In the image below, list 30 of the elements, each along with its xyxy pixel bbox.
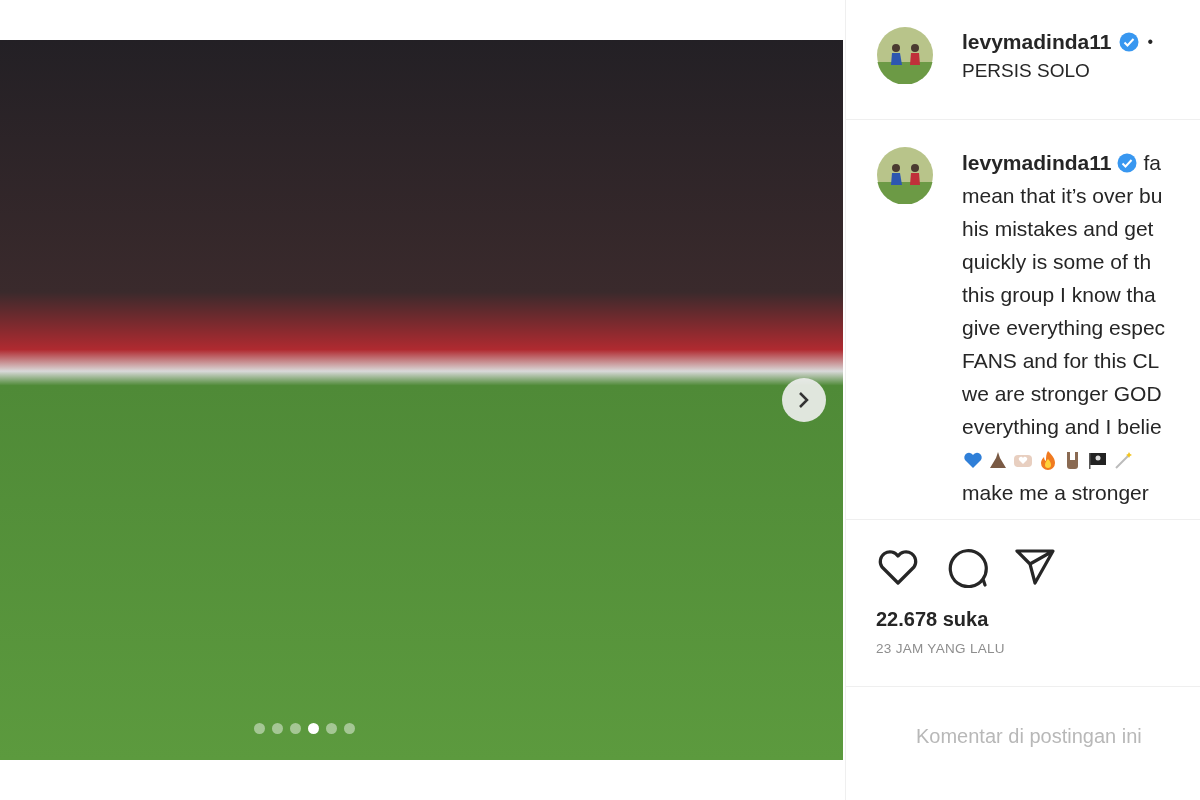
comment-icon[interactable] xyxy=(946,546,988,588)
caption-text: make me a stronger xyxy=(962,480,1150,506)
comments-notice: Komentar di postingan ini xyxy=(915,724,1143,748)
slide-indicator-dot[interactable] xyxy=(272,723,283,734)
caption-text: fa xyxy=(1143,150,1161,176)
slide-indicator-dot[interactable] xyxy=(326,723,337,734)
post-time: 23 JAM YANG LALU xyxy=(875,640,1006,656)
slide-indicator-dot[interactable] xyxy=(254,723,265,734)
caption-text: everything and I belie xyxy=(962,414,1163,440)
caption-text: mean that it’s over bu xyxy=(962,183,1164,209)
separator-dot: • xyxy=(1147,33,1154,51)
username-link[interactable]: levymadinda11 xyxy=(962,146,1112,179)
location-link[interactable]: PERSIS SOLO xyxy=(962,60,1154,82)
caption-text: this group I know tha xyxy=(962,282,1157,308)
caption-text: give everything espec xyxy=(962,315,1166,341)
username-link[interactable]: levymadinda11 xyxy=(962,30,1112,54)
share-icon[interactable] xyxy=(1014,547,1056,587)
slide-indicator-dot[interactable] xyxy=(344,723,355,734)
caption-text: we are stronger GOD xyxy=(962,381,1163,407)
caption-text: FANS and for this CL xyxy=(962,348,1161,374)
caption-text: his mistakes and get xyxy=(962,216,1155,242)
slide-indicator-dot[interactable] xyxy=(290,723,301,734)
slide-indicator-dot[interactable] xyxy=(308,723,319,734)
caption-text: quickly is some of th xyxy=(962,249,1153,275)
avatar-icon xyxy=(876,26,934,84)
avatar-icon xyxy=(876,146,934,204)
likes-count: 22.678 suka xyxy=(875,607,990,631)
chevron-right-icon xyxy=(798,391,810,409)
heart-icon[interactable] xyxy=(876,547,920,587)
next-button[interactable] xyxy=(782,378,826,422)
